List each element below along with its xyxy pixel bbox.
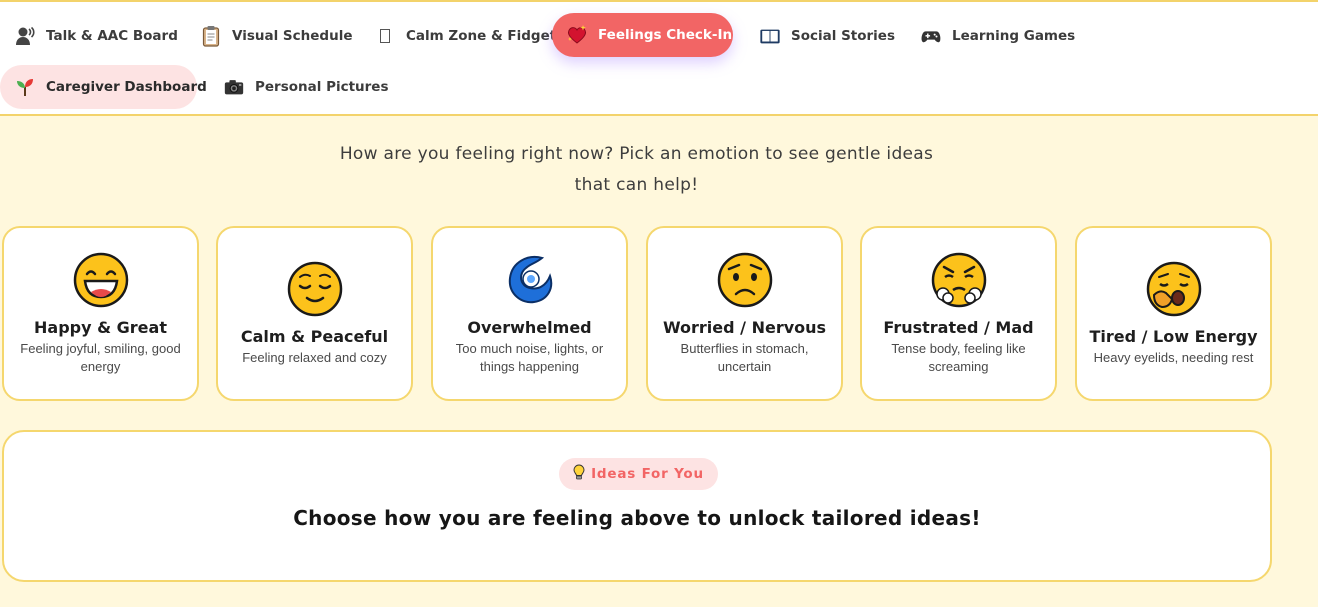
tab-label: Social Stories xyxy=(791,28,895,44)
tab-label: Calm Zone & Fidgets xyxy=(406,28,565,44)
game-controller-icon xyxy=(920,25,942,47)
tab-feelings-check-in[interactable]: Feelings Check-In xyxy=(552,13,733,57)
ideas-panel: Ideas For You Choose how you are feeling… xyxy=(2,430,1272,582)
tab-label: Learning Games xyxy=(952,28,1076,44)
emotion-title: Happy & Great xyxy=(34,317,167,337)
prompt-line-1: How are you feeling right now? Pick an e… xyxy=(339,144,934,164)
tab-label: Caregiver Dashboard xyxy=(46,79,207,95)
tab-learning-games[interactable]: Learning Games xyxy=(906,14,1089,58)
cyclone-icon xyxy=(502,252,558,312)
emotion-description: Feeling joyful, smiling, good energy xyxy=(20,340,181,374)
tab-visual-schedule[interactable]: Visual Schedule xyxy=(186,14,366,58)
tab-calm-zone-fidgets[interactable]: Calm Zone & Fidgets xyxy=(360,14,578,58)
grinning-face-icon xyxy=(73,252,129,312)
tab-personal-pictures[interactable]: Personal Pictures xyxy=(209,65,403,109)
ideas-badge: Ideas For You xyxy=(559,458,718,490)
open-book-icon xyxy=(759,25,781,47)
emotion-card-frustrated[interactable]: Frustrated / Mad Tense body, feeling lik… xyxy=(860,226,1057,401)
camera-icon xyxy=(223,76,245,98)
seedling-icon xyxy=(14,76,36,98)
emotion-card-calm[interactable]: Calm & Peaceful Feeling relaxed and cozy xyxy=(216,226,413,401)
yawning-face-icon xyxy=(1146,261,1202,321)
tab-talk-aac-board[interactable]: Talk & AAC Board xyxy=(0,14,192,58)
emotion-description: Too much noise, lights, or things happen… xyxy=(455,340,604,374)
tab-caregiver-dashboard[interactable]: Caregiver Dashboard xyxy=(0,65,207,109)
emotion-title: Calm & Peaceful xyxy=(240,326,389,346)
emotion-description: Heavy eyelids, needing rest xyxy=(1093,349,1254,365)
ideas-message: Choose how you are feeling above to unlo… xyxy=(293,506,981,530)
emotion-title: Worried / Nervous xyxy=(662,317,827,337)
top-navigation: Talk & AAC Board Visual Schedule Calm Zo… xyxy=(0,0,1318,116)
emotion-card-overwhelmed[interactable]: Overwhelmed Too much noise, lights, or t… xyxy=(431,226,628,401)
feelings-prompt: How are you feeling right now? Pick an e… xyxy=(309,139,964,201)
clipboard-icon xyxy=(200,25,222,47)
ideas-badge-label: Ideas For You xyxy=(591,466,704,482)
emotion-card-worried[interactable]: Worried / Nervous Butterflies in stomach… xyxy=(646,226,843,401)
emotion-description: Tense body, feeling like screaming xyxy=(891,340,1026,374)
tab-label: Feelings Check-In xyxy=(598,27,733,43)
emotion-description: Feeling relaxed and cozy xyxy=(242,349,387,365)
worried-face-icon xyxy=(717,252,773,312)
steaming-face-icon xyxy=(931,252,987,312)
tab-label: Talk & AAC Board xyxy=(46,28,178,44)
prompt-line-2: that can help! xyxy=(574,175,699,195)
emotion-description: Butterflies in stomach, uncertain xyxy=(680,340,809,374)
emotion-card-happy[interactable]: Happy & Great Feeling joyful, smiling, g… xyxy=(2,226,199,401)
emotion-card-tired[interactable]: Tired / Low Energy Heavy eyelids, needin… xyxy=(1075,226,1272,401)
person-speaking-icon xyxy=(14,25,36,47)
lightbulb-icon xyxy=(573,463,585,485)
emotion-title: Tired / Low Energy xyxy=(1089,326,1258,346)
tab-label: Visual Schedule xyxy=(232,28,353,44)
missing-glyph-icon xyxy=(374,25,396,47)
tab-social-stories[interactable]: Social Stories xyxy=(745,14,909,58)
emotion-title: Frustrated / Mad xyxy=(883,317,1034,337)
relieved-face-icon xyxy=(287,261,343,321)
tab-label: Personal Pictures xyxy=(255,79,389,95)
heart-sparkle-icon xyxy=(566,24,588,46)
emotion-title: Overwhelmed xyxy=(467,317,592,337)
